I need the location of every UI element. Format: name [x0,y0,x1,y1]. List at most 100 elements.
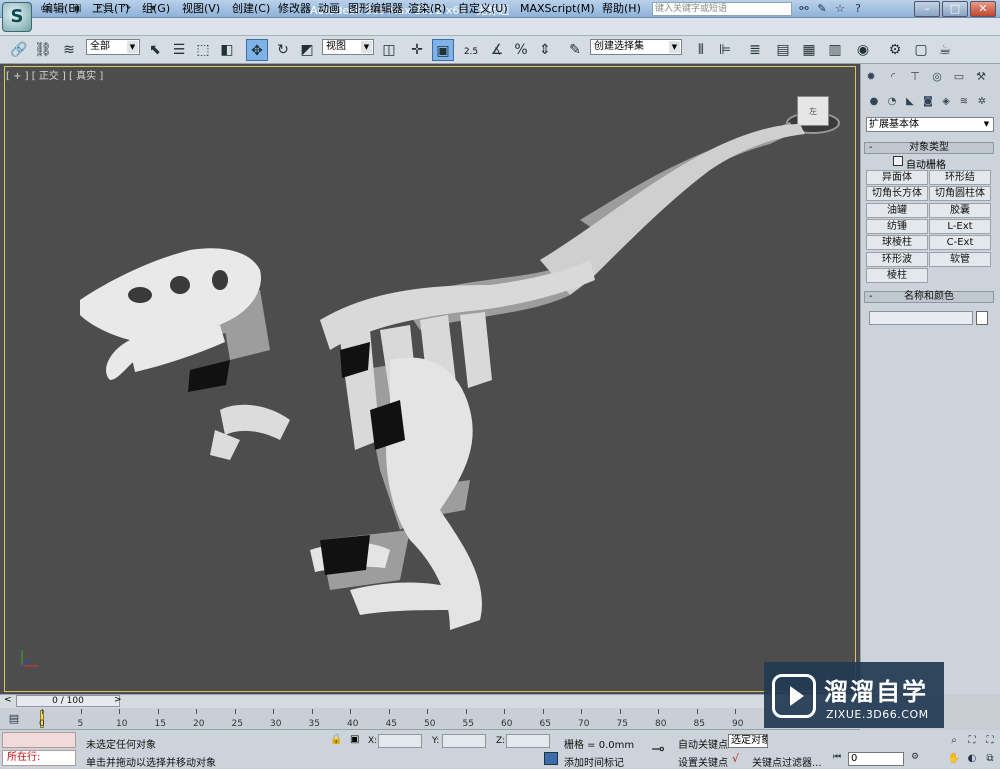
menu-create[interactable]: 创建(C) [232,3,270,15]
layer-manager-icon[interactable]: ≣ [744,39,766,61]
object-category-dropdown[interactable]: 扩展基本体 ▼ [866,117,994,132]
gengon-button[interactable]: 球棱柱 [866,235,928,250]
prism-button[interactable]: 棱柱 [866,268,928,283]
go-to-start-icon[interactable]: ⏮ [830,750,844,764]
time-prev-arrow[interactable]: < [4,695,12,705]
selection-filter-dropdown[interactable]: 全部 ▼ [86,39,140,55]
menu-rendering[interactable]: 渲染(R) [408,3,446,15]
link-icon[interactable]: 🔗 [8,39,30,61]
hedra-button[interactable]: 异面体 [866,170,928,185]
cameras-icon[interactable]: ◙ [920,94,936,110]
motion-tab-icon[interactable]: ◎ [928,68,946,86]
binoculars-icon[interactable]: ⚯ [796,2,812,16]
space-warps-icon[interactable]: ≋ [956,94,972,110]
minimize-button[interactable]: – [914,1,940,17]
render-setup-icon[interactable]: ⚙ [884,39,906,61]
lights-icon[interactable]: ◣ [902,94,918,110]
schematic-view-icon[interactable]: ▥ [824,39,846,61]
search-input[interactable]: 键入关键字或短语 [652,2,792,16]
percent-snap-icon[interactable]: % [510,39,532,61]
chamfer-box-button[interactable]: 切角长方体 [866,186,928,201]
shapes-icon[interactable]: ◔ [884,94,900,110]
geometry-icon[interactable]: ● [866,94,882,110]
chamfer-cyl-button[interactable]: 切角圆柱体 [929,186,991,201]
c-ext-button[interactable]: C-Ext [929,235,991,250]
wrench-icon[interactable]: ✎ [814,2,830,16]
x-coordinate-field[interactable] [378,734,422,748]
bind-space-warp-icon[interactable]: ≋ [58,39,80,61]
unlink-icon[interactable]: ⛓ [32,39,54,61]
l-ext-button[interactable]: L-Ext [929,219,991,234]
align-icon[interactable]: ⊫ [714,39,736,61]
material-editor-icon[interactable]: ◉ [852,39,874,61]
window-crossing-icon[interactable]: ◧ [216,39,238,61]
name-color-rollout-header[interactable]: - 名称和颜色 [864,291,994,303]
utilities-tab-icon[interactable]: ⚒ [972,68,990,86]
pan-icon[interactable]: ✋ [946,752,962,766]
menu-maxscript[interactable]: MAXScript(M) [520,3,595,15]
hose-button[interactable]: 软管 [929,252,991,267]
select-by-name-icon[interactable]: ☰ [168,39,190,61]
autogrid-checkbox[interactable] [893,156,903,166]
oil-tank-button[interactable]: 油罐 [866,203,928,218]
maximize-viewport-icon[interactable]: ⧉ [982,752,998,766]
menu-help[interactable]: 帮助(H) [602,3,641,15]
torus-knot-button[interactable]: 环形结 [929,170,991,185]
help-icon[interactable]: ? [850,2,866,16]
angle-snap-icon[interactable]: ∡ [486,39,508,61]
mirror-icon[interactable]: ⫴ [690,39,712,61]
orbit-icon[interactable]: ◐ [964,752,980,766]
menu-graph-editors[interactable]: 图形编辑器 [348,3,403,15]
object-type-rollout-header[interactable]: - 对象类型 [864,142,994,154]
close-button[interactable]: ✕ [970,1,996,17]
lock-selection-icon[interactable]: 🔒 [330,734,342,745]
zoom-extents-icon[interactable]: ⛶ [964,734,980,748]
select-object-icon[interactable]: ⬉ [144,39,166,61]
keyboard-shortcut-override-icon[interactable]: ▣ [432,39,454,61]
ringwave-button[interactable]: 环形波 [866,252,928,267]
render-production-icon[interactable]: ☕ [934,39,956,61]
systems-icon[interactable]: ✲ [974,94,990,110]
display-tab-icon[interactable]: ▭ [950,68,968,86]
modify-tab-icon[interactable]: ◜ [884,68,902,86]
hierarchy-tab-icon[interactable]: ⊤ [906,68,924,86]
object-color-swatch[interactable] [976,311,988,325]
mini-curve-editor-icon[interactable]: ▤ [4,712,24,726]
key-mode-dropdown[interactable]: 选定对象 [728,734,768,748]
time-next-arrow[interactable]: > [114,695,122,705]
absolute-mode-icon[interactable]: ▣ [350,734,359,745]
maxscript-listener-input[interactable] [2,732,76,748]
z-coordinate-field[interactable] [506,734,550,748]
menu-animation[interactable]: 动画 [318,3,340,15]
time-slider[interactable] [0,694,860,708]
menu-customize[interactable]: 自定义(U) [458,3,508,15]
maxscript-line-field[interactable]: 所在行: [2,750,76,766]
capsule-button[interactable]: 胶囊 [929,203,991,218]
set-key-button[interactable]: 设置关键点 [678,754,728,769]
set-key-icon[interactable]: ⊸ [646,736,670,762]
auto-key-button[interactable]: 自动关键点 [678,736,728,751]
time-tag-icon[interactable] [544,752,558,765]
snap-toggle-icon[interactable]: 2.5 [460,39,482,61]
spindle-button[interactable]: 纺锤 [866,219,928,234]
viewport-label[interactable]: [ + ] [ 正交 ] [ 真实 ] [6,67,103,82]
zoom-all-icon[interactable]: ⛶ [982,734,998,748]
dinosaur-skeleton-model[interactable] [70,110,830,650]
menu-edit[interactable]: 编辑(E) [42,3,80,15]
curve-editor-icon[interactable]: ▦ [798,39,820,61]
time-config-icon[interactable]: ⚙ [908,750,922,764]
select-move-icon[interactable]: ✥ [246,39,268,61]
object-name-input[interactable] [869,311,973,325]
rendered-frame-window-icon[interactable]: ▢ [910,39,932,61]
rectangular-selection-icon[interactable]: ⬚ [192,39,214,61]
menu-group[interactable]: 组(G) [142,3,170,15]
menu-views[interactable]: 视图(V) [182,3,220,15]
select-manipulate-icon[interactable]: ✛ [406,39,428,61]
graphite-tools-icon[interactable]: ▤ [772,39,794,61]
select-rotate-icon[interactable]: ↻ [272,39,294,61]
star-icon[interactable]: ☆ [832,2,848,16]
named-selection-dropdown[interactable]: 创建选择集 ▼ [590,39,682,55]
y-coordinate-field[interactable] [442,734,486,748]
helpers-icon[interactable]: ◈ [938,94,954,110]
pivot-center-icon[interactable]: ◫ [378,39,400,61]
